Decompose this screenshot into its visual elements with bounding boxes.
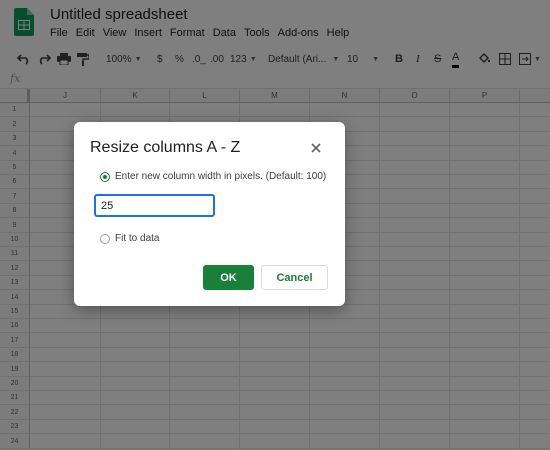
close-icon[interactable] [309,141,323,155]
resize-columns-dialog: Resize columns A - Z Enter new column wi… [74,122,345,306]
ok-button[interactable]: OK [203,265,254,290]
spreadsheet-app: Untitled spreadsheet File Edit View Inse… [0,0,550,450]
cancel-button[interactable]: Cancel [261,265,328,290]
radio-pixels[interactable] [100,172,110,182]
dialog-title: Resize columns A - Z [90,139,241,156]
option-pixels-label[interactable]: Enter new column width in pixels. (Defau… [115,171,326,182]
option-fit-label[interactable]: Fit to data [115,233,159,244]
radio-fit-to-data[interactable] [100,234,110,244]
column-width-input[interactable] [94,194,215,217]
